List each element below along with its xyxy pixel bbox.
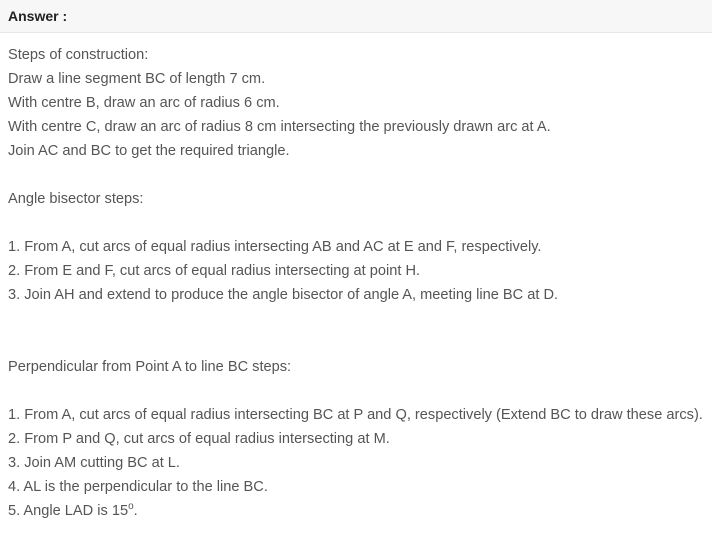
perpendicular-final-step: 5. Angle LAD is 15o.	[8, 499, 708, 523]
answer-body: Steps of construction: Draw a line segme…	[8, 43, 708, 523]
bisector-step: 2. From E and F, cut arcs of equal radiu…	[8, 263, 421, 279]
final-step-text: 5. Angle LAD is 15	[8, 503, 129, 519]
construction-step: With centre C, draw an arc of radius 8 c…	[8, 119, 551, 135]
perpendicular-step: 4. AL is the perpendicular to the line B…	[8, 479, 268, 495]
construction-step: With centre B, draw an arc of radius 6 c…	[8, 95, 280, 111]
bisector-heading: Angle bisector steps:	[8, 191, 144, 207]
perpendicular-heading: Perpendicular from Point A to line BC st…	[8, 359, 292, 375]
perpendicular-step: 2. From P and Q, cut arcs of equal radiu…	[8, 431, 390, 447]
final-step-end: .	[133, 503, 138, 519]
construction-heading: Steps of construction:	[8, 47, 149, 63]
perpendicular-step: 1. From A, cut arcs of equal radius inte…	[8, 407, 703, 423]
construction-step: Draw a line segment BC of length 7 cm.	[8, 71, 266, 87]
construction-step: Join AC and BC to get the required trian…	[8, 143, 290, 159]
answer-header: Answer :	[0, 0, 712, 33]
perpendicular-step: 3. Join AM cutting BC at L.	[8, 455, 180, 471]
bisector-step: 3. Join AH and extend to produce the ang…	[8, 287, 559, 303]
bisector-step: 1. From A, cut arcs of equal radius inte…	[8, 239, 542, 255]
answer-label: Answer :	[8, 8, 68, 24]
